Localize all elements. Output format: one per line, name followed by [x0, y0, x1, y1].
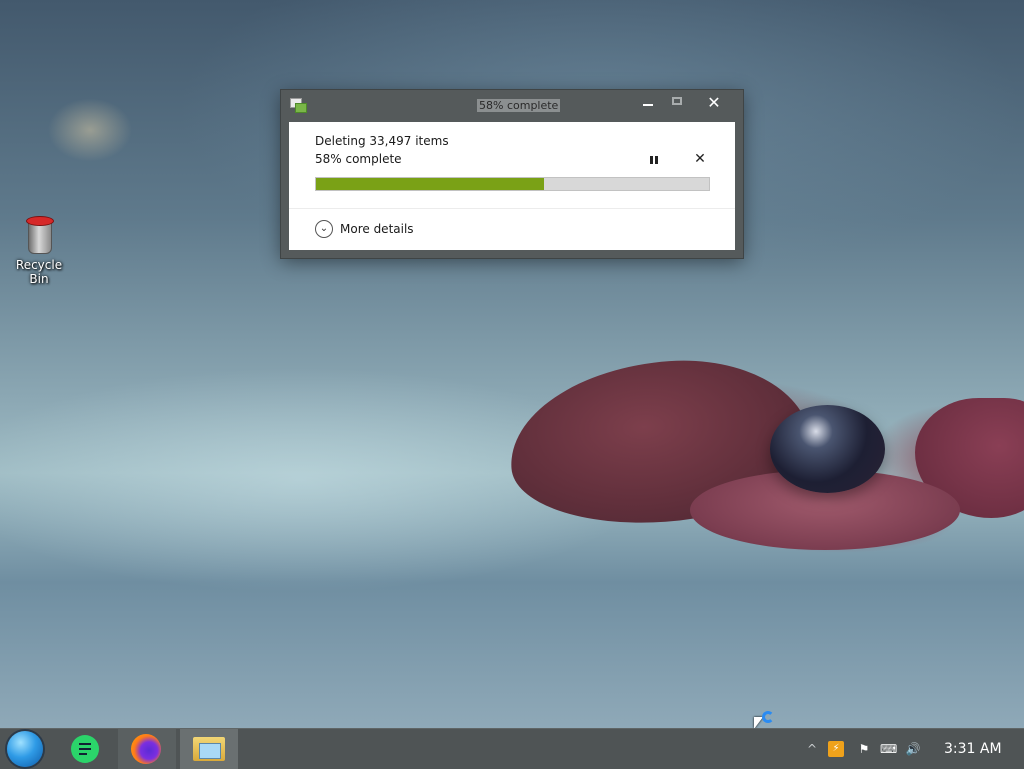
chevron-up-icon[interactable]: ^: [804, 741, 820, 757]
clock[interactable]: 3:31 AM: [944, 741, 1002, 757]
percent-complete-text: 58% complete: [315, 152, 402, 166]
maximize-button[interactable]: [663, 90, 693, 118]
file-explorer-icon: [193, 737, 225, 761]
taskbar-app-file-explorer[interactable]: [180, 729, 238, 769]
dialog-content: Deleting 33,497 items 58% complete ✕ ⌄ M…: [289, 122, 735, 250]
dialog-titlebar[interactable]: 58% complete ✕: [281, 90, 743, 120]
file-operation-icon: [290, 98, 307, 113]
update-icon[interactable]: ⚡: [828, 741, 844, 757]
desktop-icon-recycle-bin[interactable]: Recycle Bin: [6, 214, 72, 286]
dialog-title: 58% complete: [477, 99, 561, 112]
close-icon: ✕: [707, 93, 721, 112]
desktop-background: Recycle Bin 58% complete ✕ Deleting 33,4…: [0, 0, 1024, 728]
pause-button[interactable]: [645, 151, 663, 169]
recycle-bin-icon: [24, 214, 54, 254]
firefox-icon: [131, 734, 161, 764]
volume-icon[interactable]: 🔊: [905, 741, 921, 757]
taskbar: ^ ⚡ ⚑ ⌨ 🔊 3:31 AM: [0, 728, 1024, 769]
chevron-down-icon: ⌄: [315, 220, 333, 238]
network-icon[interactable]: ⌨: [880, 741, 897, 757]
progress-bar: [315, 177, 710, 191]
close-button[interactable]: ✕: [699, 90, 729, 118]
more-details-label: More details: [340, 222, 414, 236]
wallpaper-droplet: [770, 405, 885, 493]
desktop-icon-label: Recycle Bin: [15, 258, 63, 286]
delete-progress-dialog: 58% complete ✕ Deleting 33,497 items 58%…: [281, 90, 743, 258]
flag-icon[interactable]: ⚑: [856, 741, 872, 757]
close-icon: ✕: [694, 151, 706, 167]
minimize-button[interactable]: [633, 90, 663, 118]
taskbar-app-firefox[interactable]: [118, 729, 176, 769]
cancel-operation-button[interactable]: ✕: [691, 149, 709, 169]
maximize-icon: [672, 97, 682, 105]
divider: [289, 208, 735, 209]
minimize-icon: [643, 104, 653, 106]
operation-heading: Deleting 33,497 items: [315, 134, 449, 148]
pause-icon: [650, 156, 653, 164]
start-button[interactable]: [7, 731, 43, 767]
taskbar-app-notes[interactable]: [56, 729, 114, 769]
progress-bar-fill: [316, 178, 544, 190]
